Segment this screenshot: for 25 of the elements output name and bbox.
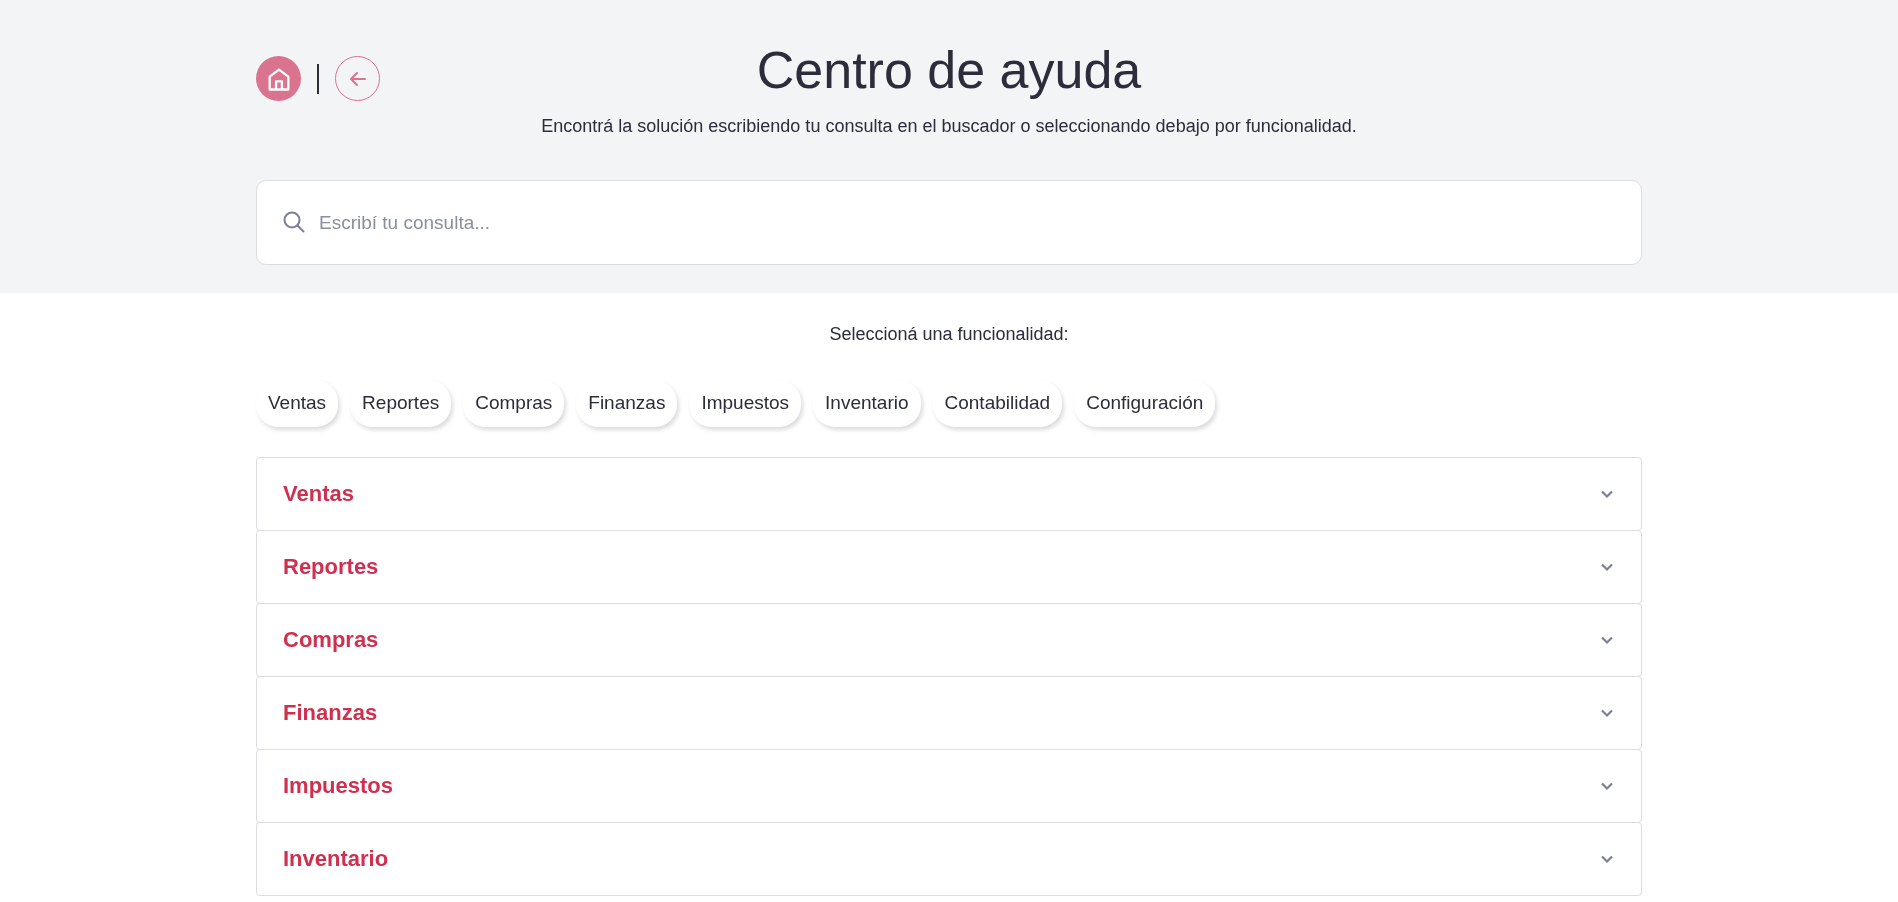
filter-chip[interactable]: Compras: [463, 380, 565, 427]
accordion-header[interactable]: Impuestos: [256, 748, 1642, 823]
section-title: Inventario: [283, 845, 389, 873]
section-title: Finanzas: [283, 699, 378, 727]
filter-chip[interactable]: Configuración: [1074, 380, 1216, 427]
filter-chip[interactable]: Impuestos: [689, 380, 802, 427]
search-field[interactable]: Escribí tu consulta...: [256, 180, 1642, 266]
accordion-header[interactable]: Finanzas: [256, 675, 1642, 750]
filter-chip[interactable]: Contabilidad: [932, 380, 1063, 427]
section-title: Ventas: [283, 480, 354, 508]
accordion-header[interactable]: Compras: [256, 602, 1642, 677]
section-title: Compras: [283, 626, 379, 654]
filter-label: Seleccioná una funcionalidad:: [828, 323, 1070, 346]
home-button[interactable]: [256, 56, 301, 101]
filter-chip[interactable]: Inventario: [813, 380, 921, 427]
section-title: Reportes: [283, 553, 379, 581]
page-subtitle: Encontrá la solución escribiendo tu consulta en el buscador o seleccionando debajo por funcionalidad.: [540, 115, 1358, 139]
filter-chip[interactable]: Finanzas: [576, 380, 678, 427]
accordion-header[interactable]: Inventario: [256, 821, 1642, 896]
filter-chip[interactable]: Reportes: [350, 380, 452, 427]
accordion-header[interactable]: Ventas: [256, 456, 1642, 531]
section-title: Impuestos: [283, 772, 394, 800]
page-title: Centro de ayuda: [756, 42, 1142, 100]
filter-chip[interactable]: Ventas: [256, 380, 339, 427]
accordion-header[interactable]: Reportes: [256, 529, 1642, 604]
